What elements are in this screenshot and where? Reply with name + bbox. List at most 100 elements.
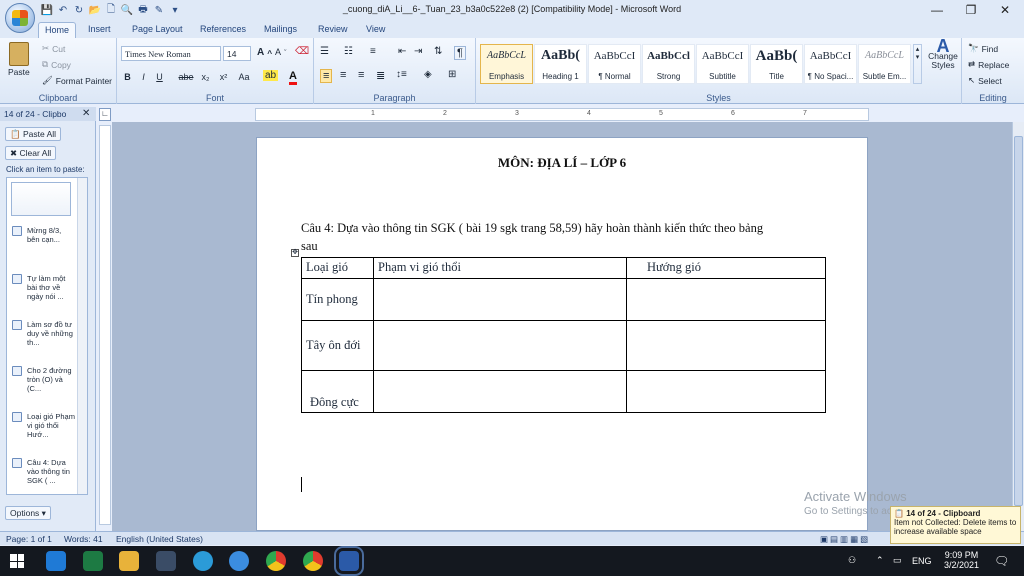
superscript-button[interactable]: x² [217,71,230,84]
copy-button[interactable]: ⧉ Copy [42,59,71,70]
tab-view[interactable]: View [360,22,391,38]
view-buttons-icon[interactable]: ▣▤▥▦▧ [820,534,870,545]
line-spacing-icon[interactable]: ↕≡ [396,69,407,80]
scrollbar-thumb[interactable] [1014,136,1023,506]
shading-icon[interactable]: ◈ [424,69,432,80]
clipboard-notification[interactable]: 📋 14 of 24 - Clipboard Item not Collecte… [890,506,1021,544]
grow-font-button[interactable]: A ^ [257,47,272,58]
font-family-select[interactable]: Times New Roman [121,46,221,61]
change-styles-button[interactable]: A Change Styles [926,37,960,70]
edit-icon[interactable]: ✎ [152,3,166,17]
style-subtle-emphasis[interactable]: AaBbCcL Subtle Em... [858,44,911,84]
clock[interactable]: 9:09 PM 3/2/2021 [944,550,979,570]
format-painter-button[interactable]: 🖌 Format Painter [42,75,112,86]
list-item[interactable]: Tự làm một bài thơ về ngày nói ... [9,274,75,301]
tab-insert[interactable]: Insert [82,22,117,38]
vertical-ruler[interactable] [99,125,111,525]
underline-button[interactable]: U [153,71,166,84]
borders-icon[interactable]: ⊞ [448,69,456,80]
bold-button[interactable]: B [121,71,134,84]
italic-button[interactable]: I [137,71,150,84]
edge-icon[interactable] [193,551,213,571]
paste-button[interactable]: Paste [8,42,30,77]
page-count[interactable]: Page: 1 of 1 [6,534,52,544]
print-icon[interactable]: 🖶 [136,3,150,17]
undo-icon[interactable]: ↶ [56,3,70,17]
highlight-icon[interactable]: ab [263,70,279,81]
list-item[interactable]: Mừng 8/3, bên cạn... [9,226,75,244]
people-icon[interactable]: ⚇ [848,555,856,566]
style-normal[interactable]: AaBbCcI ¶ Normal [588,44,641,84]
internet-explorer-icon[interactable] [229,551,249,571]
tray-chevron-icon[interactable]: ⌃ [876,555,884,566]
language-indicator[interactable]: English (United States) [116,534,203,544]
list-item[interactable]: Câu 4: Dựa vào thông tin SGK ( ... [9,458,75,485]
style-subtitle[interactable]: AaBbCcI Subtitle [696,44,749,84]
tab-mailings[interactable]: Mailings [258,22,303,38]
file-explorer-icon[interactable] [119,551,139,571]
customize-qat-icon[interactable]: ▾ [168,3,182,17]
font-size-select[interactable]: 14 [223,46,251,61]
minimize-button[interactable]: — [920,0,954,20]
redo-icon[interactable]: ↻ [72,3,86,17]
word-count[interactable]: Words: 41 [64,534,103,544]
close-button[interactable]: ✕ [988,0,1022,20]
chrome-icon[interactable] [266,551,286,571]
store-icon[interactable] [156,551,176,571]
close-pane-icon[interactable]: ✕ [82,108,90,119]
excel-icon[interactable] [83,551,103,571]
style-emphasis[interactable]: AaBbCcL Emphasis [480,44,533,84]
subscript-button[interactable]: x₂ [199,71,212,84]
clipboard-scrollbar[interactable] [77,178,87,494]
decrease-indent-icon[interactable]: ⇤ [398,46,406,57]
new-document-icon[interactable]: 🗋 [104,3,118,17]
list-item-image-thumbnail[interactable] [11,182,71,216]
align-left-icon[interactable]: ≡ [320,69,333,83]
table-cell[interactable] [626,278,826,321]
increase-indent-icon[interactable]: ⇥ [414,46,422,57]
start-icon[interactable] [10,554,24,568]
horizontal-ruler[interactable]: 1 2 3 4 5 6 7 [255,108,869,121]
chrome-icon[interactable] [303,551,323,571]
show-marks-icon[interactable]: ¶ [454,46,466,60]
change-case-button[interactable]: Aa [235,71,253,84]
clear-formatting-icon[interactable]: ⌫ [295,46,309,57]
style-title[interactable]: AaBb(Title [750,44,803,84]
table-cell[interactable] [626,370,826,413]
find-button[interactable]: 🔭 Find [968,43,998,54]
tab-review[interactable]: Review [312,22,354,38]
sort-icon[interactable]: ⇅ [434,46,442,57]
maximize-button[interactable]: ❐ [954,0,988,20]
styles-scroll-icon[interactable]: ▴ ▾ [913,44,922,84]
list-item[interactable]: Loại gió Phạm vi gió thổi Hướ... [9,412,75,439]
select-button[interactable]: ↖ Select [968,75,1002,86]
replace-button[interactable]: ⇄ Replace [968,59,1009,70]
notifications-icon[interactable]: 🗨 [994,554,1009,568]
align-center-icon[interactable]: ≡ [340,69,346,81]
mail-icon[interactable] [46,551,66,571]
multilevel-list-icon[interactable]: ≡ [370,46,376,57]
paste-all-button[interactable]: 📋 Paste All [5,127,62,141]
open-icon[interactable]: 📂 [88,3,102,17]
cut-button[interactable]: ✂ Cut [42,43,65,54]
print-preview-icon[interactable]: 🔍 [120,3,134,17]
tab-references[interactable]: References [194,22,252,38]
options-button[interactable]: Options ▾ [5,506,51,520]
strikethrough-button[interactable]: abe [177,71,195,84]
list-item[interactable]: Cho 2 đường tròn (O) và (C... [9,366,75,393]
align-right-icon[interactable]: ≡ [358,69,364,81]
battery-icon[interactable]: ▭ [893,555,902,566]
table-cell[interactable] [626,320,826,371]
tab-home[interactable]: Home [38,22,77,38]
list-item[interactable]: Làm sơ đồ tư duy về những th... [9,320,75,347]
word-icon[interactable] [334,546,364,576]
table-move-handle-icon[interactable]: ✥ [291,249,299,257]
wind-table[interactable]: Loại gió Phạm vi gió thổi Hướng gió Tín … [301,257,826,413]
table-cell[interactable] [373,278,627,321]
justify-icon[interactable]: ≣ [376,69,385,82]
save-icon[interactable]: 💾 [40,3,54,17]
shrink-font-button[interactable]: Aˇ [275,47,287,57]
style-heading-1[interactable]: AaBb(Heading 1 [534,44,587,84]
clear-all-button[interactable]: ✖ Clear All [5,146,57,160]
style-no-spacing[interactable]: AaBbCcI ¶ No Spaci... [804,44,857,84]
